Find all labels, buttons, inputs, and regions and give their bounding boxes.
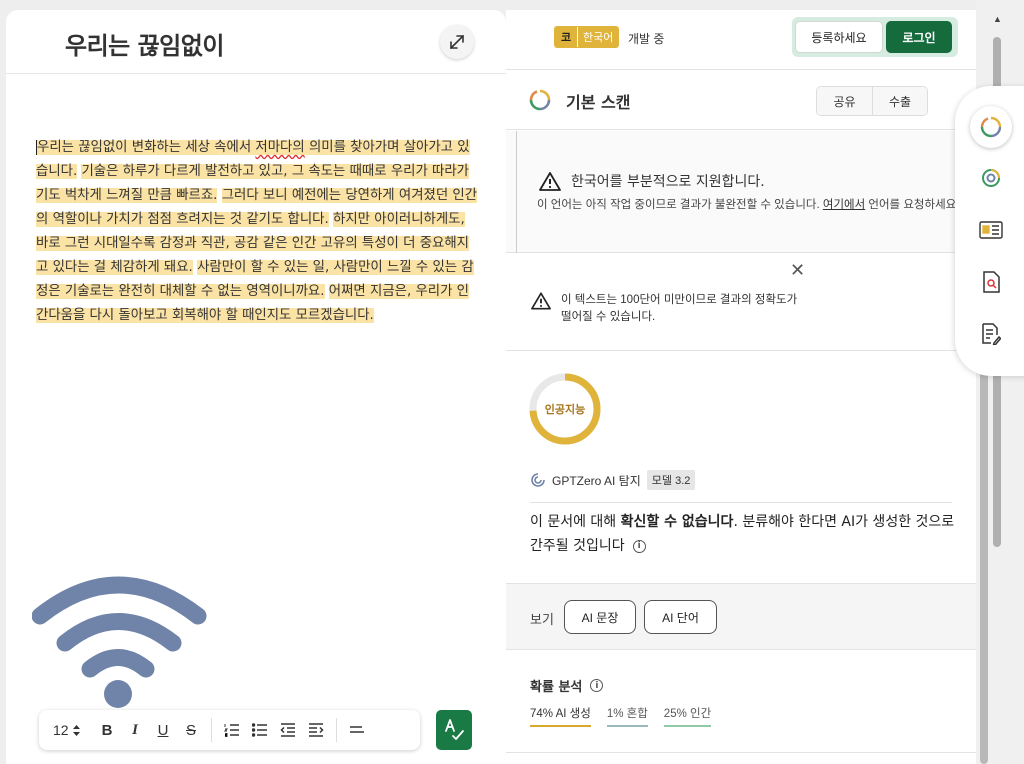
bullet-list-icon <box>252 723 267 737</box>
auth-group: 등록하세요 로그인 <box>792 17 958 57</box>
length-notice-row: 이 텍스트는 100단어 미만이므로 결과의 정확도가 떨어질 수 있습니다. <box>531 292 801 326</box>
ordered-list-icon <box>224 724 239 737</box>
scan-bar: 기본 스캔 공유 수출 <box>506 70 976 130</box>
detector-name: GPTZero AI 탐지 <box>552 473 641 488</box>
notice-heading: 한국어를 부분적으로 지원합니다. <box>539 171 765 191</box>
divider <box>530 502 952 503</box>
ai-score-donut: 인공지능 <box>528 372 602 446</box>
divider <box>506 752 976 753</box>
length-notice: ✕ 이 텍스트는 100단어 미만이므로 결과의 정확도가 떨어질 수 있습니다… <box>506 254 976 351</box>
strikethrough-icon: S <box>185 721 196 739</box>
close-icon[interactable]: ✕ <box>790 260 805 281</box>
language-full: 한국어 <box>577 27 619 47</box>
share-button[interactable]: 공유 <box>817 87 872 115</box>
prob-human[interactable]: 25% 인간 <box>663 705 712 727</box>
rail-writing-feedback[interactable] <box>977 320 1005 348</box>
bold-button[interactable]: B <box>93 716 121 744</box>
underline-button[interactable]: U <box>149 716 177 744</box>
rail-source-finder[interactable] <box>977 216 1005 244</box>
bold-icon: B <box>101 721 113 739</box>
editor-header: 우리는 끊임없이 <box>6 10 506 74</box>
login-button[interactable]: 로그인 <box>886 21 952 53</box>
grammar-check-button[interactable] <box>436 710 472 750</box>
bullet-list-button[interactable] <box>246 716 274 744</box>
font-size-value: 12 <box>53 722 69 738</box>
export-button[interactable]: 수출 <box>872 87 927 115</box>
warning-icon <box>531 292 551 310</box>
request-language-link[interactable]: 여기에서 <box>823 199 865 211</box>
view-label: 보기 <box>530 612 554 627</box>
prob-ai[interactable]: 74% AI 생성 <box>530 705 591 727</box>
strikethrough-button[interactable]: S <box>177 716 205 744</box>
info-icon[interactable]: i <box>632 539 646 553</box>
gptzero-logo-icon <box>529 89 551 111</box>
scroll-up-arrow-icon[interactable]: ▲ <box>993 14 1002 24</box>
verdict-text: 이 문서에 대해 확신할 수 없습니다. 분류해야 한다면 AI가 생성한 것으… <box>530 514 955 554</box>
gptzero-mark-icon <box>531 473 545 487</box>
document-search-icon <box>983 271 1000 293</box>
panel-scrollbar-thumb[interactable] <box>980 370 988 764</box>
indent-button[interactable] <box>302 716 330 744</box>
view-bar: 보기 AI 문장 AI 단어 <box>506 583 976 650</box>
document-title[interactable]: 우리는 끊임없이 <box>65 26 224 61</box>
rail-ai-detector[interactable] <box>970 106 1012 148</box>
share-export-group: 공유 수출 <box>816 86 928 116</box>
gptzero-logo-icon <box>980 116 1002 138</box>
toolbar-divider <box>336 718 337 742</box>
align-left-button[interactable] <box>343 716 371 744</box>
language-selector[interactable]: 코 한국어 <box>554 26 620 48</box>
expand-icon <box>450 35 464 49</box>
indent-icon <box>309 723 324 737</box>
italic-icon: I <box>132 721 138 738</box>
ai-word-button[interactable]: AI 단어 <box>644 600 717 634</box>
notice-heading-text: 한국어를 부분적으로 지원합니다. <box>571 174 765 190</box>
italic-button[interactable]: I <box>121 716 149 744</box>
language-notice: ✕ 한국어를 부분적으로 지원합니다. 이 언어는 아직 작업 중이므로 결과가… <box>506 131 982 253</box>
spellcheck-icon <box>445 719 464 740</box>
detector-row: GPTZero AI 탐지 모델 3.2 <box>530 470 696 490</box>
expand-button[interactable] <box>440 25 474 59</box>
info-icon[interactable]: i <box>590 679 604 692</box>
toolbar-divider <box>211 718 212 742</box>
document-edit-icon <box>982 323 1001 345</box>
side-rail <box>955 86 1024 376</box>
signup-button[interactable]: 등록하세요 <box>795 21 883 53</box>
scan-title: 기본 스캔 <box>566 93 631 112</box>
rail-ai-scan[interactable] <box>977 164 1005 192</box>
updown-chevron-icon <box>72 724 80 736</box>
id-card-icon <box>979 221 1003 239</box>
probability-title: 확률 분석 i <box>530 676 604 695</box>
donut-label: 인공지능 <box>544 404 586 416</box>
underline-icon: U <box>157 721 169 739</box>
language-short: 코 <box>555 27 577 47</box>
probability-breakdown: 74% AI 생성 1% 혼합 25% 인간 <box>530 705 712 727</box>
notice-body: 이 언어는 아직 작업 중이므로 결과가 불완전할 수 있습니다. 여기에서 언… <box>537 199 960 211</box>
detector-panel: 코 한국어 개발 중 등록하세요 로그인 기본 스캔 공유 수출 ✕ 한국어를 … <box>506 10 982 764</box>
scan-circle-icon <box>982 169 1000 187</box>
notice-accent <box>516 131 517 253</box>
model-badge: 모델 3.2 <box>646 470 696 490</box>
align-left-icon <box>350 726 364 733</box>
prob-mixed[interactable]: 1% 혼합 <box>606 705 648 727</box>
top-bar: 코 한국어 개발 중 등록하세요 로그인 <box>506 10 976 70</box>
length-notice-text: 이 텍스트는 100단어 미만이므로 결과의 정확도가 떨어질 수 있습니다. <box>561 294 798 323</box>
wifi-icon <box>32 576 207 708</box>
font-size-select[interactable]: 12 <box>53 722 93 738</box>
editor-panel: 우리는 끊임없이 우리는 끊임없이 변화하는 세상 속에서 저마다의 의미를 찾… <box>6 10 506 764</box>
ordered-list-button[interactable] <box>218 716 246 744</box>
rail-plagiarism[interactable] <box>977 268 1005 296</box>
outdent-icon <box>280 723 295 737</box>
ai-sentence-button[interactable]: AI 문장 <box>564 600 636 634</box>
dev-status: 개발 중 <box>628 32 665 46</box>
warning-icon <box>539 171 561 191</box>
format-toolbar: 12 B I U S <box>39 710 420 750</box>
outdent-button[interactable] <box>274 716 302 744</box>
editor-text[interactable]: 우리는 끊임없이 변화하는 세상 속에서 저마다의 의미를 찾아가며 살아가고 … <box>36 136 479 328</box>
